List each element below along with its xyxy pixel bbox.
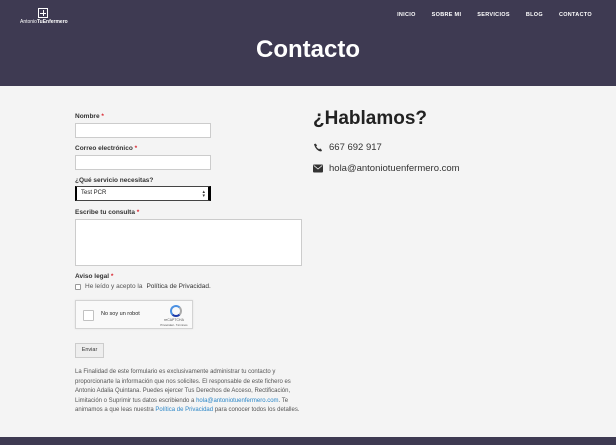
message-label: Escribe tu consulta * bbox=[75, 209, 139, 216]
contact-info: ¿Hablamos? 667 692 917 hola@antoniotuenf… bbox=[313, 108, 460, 174]
contact-email[interactable]: hola@antoniotuenfermero.com bbox=[329, 163, 460, 174]
required-mark: * bbox=[101, 113, 104, 120]
message-label-text: Escribe tu consulta bbox=[75, 209, 135, 216]
email-row: hola@antoniotuenfermero.com bbox=[313, 163, 460, 174]
email-field[interactable] bbox=[75, 155, 211, 170]
recaptcha-checkbox[interactable] bbox=[83, 310, 94, 321]
privacy-policy-link[interactable]: Política de Privacidad. bbox=[146, 283, 210, 290]
submit-button[interactable]: Enviar bbox=[75, 343, 104, 358]
required-mark: * bbox=[136, 209, 140, 216]
name-field[interactable] bbox=[75, 123, 211, 138]
page-title: Contacto bbox=[256, 36, 360, 63]
service-label: ¿Qué servicio necesitas? bbox=[75, 177, 154, 184]
privacy-checkbox[interactable] bbox=[75, 283, 81, 290]
nav-item-blog[interactable]: BLOG bbox=[526, 12, 543, 18]
nav-item-inicio[interactable]: INICIO bbox=[397, 12, 416, 18]
legal-text-part3: para conocer todos los detalles. bbox=[214, 407, 300, 413]
required-mark: * bbox=[110, 273, 114, 280]
name-label-text: Nombre bbox=[75, 113, 100, 120]
footer-strip bbox=[0, 437, 616, 445]
service-select-value: Test PCR bbox=[81, 190, 107, 196]
privacy-consent-row: He leído y acepto la Política de Privaci… bbox=[75, 283, 211, 290]
logo-text-bold: TuEnfermero bbox=[36, 19, 68, 25]
medical-cross-icon bbox=[38, 8, 48, 18]
legal-label-text: Aviso legal bbox=[75, 273, 110, 280]
phone-row: 667 692 917 bbox=[313, 142, 382, 153]
nav-item-servicios[interactable]: SERVICIOS bbox=[477, 12, 510, 18]
logo-text-plain: Antonio bbox=[20, 19, 37, 25]
legal-label: Aviso legal * bbox=[75, 273, 113, 280]
nav-item-contacto[interactable]: CONTACTO bbox=[559, 12, 592, 18]
service-select[interactable]: Test PCR ▴ ▾ bbox=[75, 186, 211, 201]
privacy-checkbox-text: He leído y acepto la bbox=[85, 283, 143, 290]
name-label: Nombre * bbox=[75, 113, 104, 120]
site-header: AntonioTuEnfermero INICIO SOBRE MI SERVI… bbox=[0, 0, 616, 86]
main-nav: INICIO SOBRE MI SERVICIOS BLOG CONTACTO bbox=[397, 12, 592, 18]
email-label: Correo electrónico * bbox=[75, 145, 137, 152]
recaptcha-widget: No soy un robot reCAPTCHA Privacidad - T… bbox=[75, 300, 193, 329]
legal-notice: La Finalidad de este formulario es exclu… bbox=[75, 368, 307, 416]
recaptcha-terms[interactable]: Privacidad - Términos bbox=[159, 323, 189, 327]
phone-number[interactable]: 667 692 917 bbox=[329, 142, 382, 153]
recaptcha-logo-icon bbox=[170, 305, 182, 317]
legal-email-link[interactable]: hola@antoniotuenfermero.com bbox=[196, 398, 278, 404]
message-textarea[interactable] bbox=[75, 219, 302, 266]
mail-icon bbox=[313, 164, 323, 173]
site-logo[interactable]: AntonioTuEnfermero bbox=[20, 8, 76, 26]
select-arrows-icon: ▴ ▾ bbox=[202, 189, 205, 199]
required-mark: * bbox=[134, 145, 138, 152]
recaptcha-brand: reCAPTCHA bbox=[164, 318, 184, 322]
phone-icon bbox=[313, 143, 323, 152]
legal-privacy-link[interactable]: Política de Privacidad bbox=[155, 407, 213, 413]
recaptcha-label: No soy un robot bbox=[101, 311, 140, 317]
contact-heading: ¿Hablamos? bbox=[313, 108, 428, 129]
nav-item-sobre-mi[interactable]: SOBRE MI bbox=[432, 12, 462, 18]
email-label-text: Correo electrónico bbox=[75, 145, 133, 152]
